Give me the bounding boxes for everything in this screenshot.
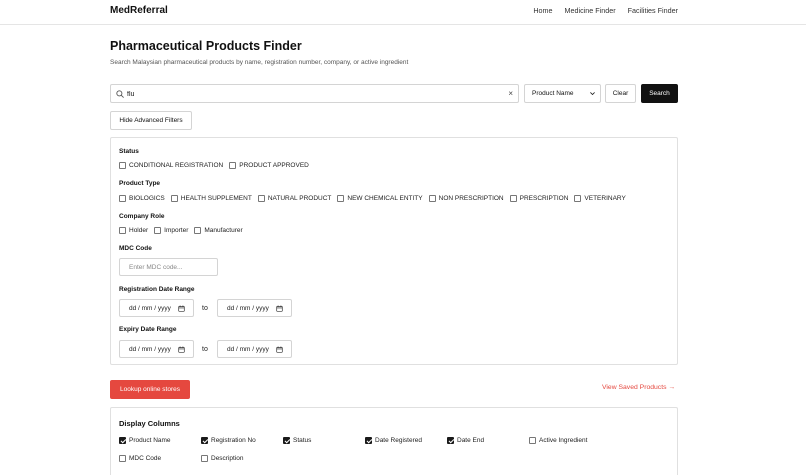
product-type-option-veterinary[interactable]: VETERINARY: [574, 195, 626, 202]
search-input[interactable]: [127, 87, 497, 101]
nav-links: Home Medicine Finder Facilities Finder: [533, 6, 678, 15]
checkbox[interactable]: [194, 227, 202, 234]
checkbox[interactable]: [428, 195, 436, 202]
nav-link-facilities-finder[interactable]: Facilities Finder: [628, 6, 678, 15]
lookup-online-stores-button[interactable]: Lookup online stores: [110, 380, 190, 399]
checkbox[interactable]: [119, 162, 126, 169]
search-field-select-value: Product Name: [532, 90, 574, 97]
search-field-select[interactable]: Product Name: [524, 84, 601, 103]
checkbox[interactable]: [337, 195, 345, 202]
search-box: ×: [110, 84, 519, 103]
nav-link-home[interactable]: Home: [533, 6, 552, 15]
status-filter-label: Status: [119, 148, 139, 155]
product-type-option-biologics[interactable]: BIOLOGICS: [119, 195, 165, 202]
company-role-option-importer[interactable]: Importer: [154, 227, 188, 234]
column-toggle-description[interactable]: Description: [201, 455, 244, 462]
clear-button[interactable]: Clear: [605, 84, 636, 103]
expiry-date-range-label: Expiry Date Range: [119, 326, 177, 333]
column-toggle-status[interactable]: Status: [283, 437, 311, 444]
checkbox[interactable]: [170, 195, 178, 202]
product-type-option-new-chemical-entity[interactable]: NEW CHEMICAL ENTITY: [337, 195, 423, 202]
checkbox[interactable]: [119, 437, 126, 444]
calendar-icon[interactable]: [178, 305, 185, 312]
calendar-icon[interactable]: [276, 346, 283, 353]
checkbox[interactable]: [257, 195, 265, 202]
search-icon: [116, 90, 124, 98]
checkbox[interactable]: [509, 195, 517, 202]
search-button[interactable]: Search: [641, 84, 678, 103]
checkbox[interactable]: [365, 437, 372, 444]
registration-date-range-label: Registration Date Range: [119, 286, 195, 293]
product-type-option-non-prescription[interactable]: NON PRESCRIPTION: [428, 195, 504, 202]
clear-search-icon[interactable]: ×: [508, 89, 513, 99]
company-role-option-holder[interactable]: Holder: [119, 227, 148, 234]
mdc-code-input[interactable]: Enter MDC code...: [119, 258, 218, 276]
top-navbar: MedReferral Home Medicine Finder Facilit…: [0, 0, 806, 25]
checkbox[interactable]: [201, 437, 208, 444]
status-option-conditional-registration[interactable]: CONDITIONAL REGISTRATION: [119, 162, 223, 169]
calendar-icon[interactable]: [276, 305, 283, 312]
expiry-date-from-input[interactable]: dd / mm / yyyy: [119, 340, 194, 358]
column-toggle-date-registered[interactable]: Date Registered: [365, 437, 422, 444]
company-role-filter-options: Holder Importer Manufacturer: [119, 227, 249, 234]
expiry-date-to-input[interactable]: dd / mm / yyyy: [217, 340, 292, 358]
expiry-date-to-label: to: [202, 346, 208, 353]
checkbox[interactable]: [201, 455, 208, 462]
column-toggle-registration-no[interactable]: Registration No: [201, 437, 256, 444]
company-role-option-manufacturer[interactable]: Manufacturer: [194, 227, 243, 234]
checkbox[interactable]: [529, 437, 536, 444]
checkbox[interactable]: [119, 455, 126, 462]
product-type-filter-options: BIOLOGICS HEALTH SUPPLEMENT NATURAL PROD…: [119, 195, 632, 202]
registration-date-to-label: to: [202, 305, 208, 312]
column-toggle-mdc-code[interactable]: MDC Code: [119, 455, 161, 462]
product-type-option-health-supplement[interactable]: HEALTH SUPPLEMENT: [170, 195, 252, 202]
checkbox[interactable]: [119, 195, 126, 202]
checkbox[interactable]: [154, 227, 162, 234]
checkbox[interactable]: [574, 195, 582, 202]
advanced-filters-panel: Status CONDITIONAL REGISTRATION PRODUCT …: [110, 137, 678, 365]
company-role-filter-label: Company Role: [119, 213, 165, 220]
status-filter-options: CONDITIONAL REGISTRATION PRODUCT APPROVE…: [119, 162, 315, 169]
checkbox[interactable]: [283, 437, 290, 444]
view-saved-products-link[interactable]: View Saved Products →: [602, 384, 675, 391]
brand-logo[interactable]: MedReferral: [110, 5, 168, 16]
registration-date-to-input[interactable]: dd / mm / yyyy: [217, 299, 292, 317]
product-type-option-natural-product[interactable]: NATURAL PRODUCT: [257, 195, 331, 202]
mdc-code-filter-label: MDC Code: [119, 245, 152, 252]
column-toggle-active-ingredient[interactable]: Active Ingredient: [529, 437, 587, 444]
nav-link-medicine-finder[interactable]: Medicine Finder: [565, 6, 616, 15]
display-columns-panel: Display Columns Product Name Registratio…: [110, 407, 678, 475]
chevron-down-icon: [590, 92, 595, 96]
column-toggle-product-name[interactable]: Product Name: [119, 437, 171, 444]
checkbox[interactable]: [447, 437, 454, 444]
page-subtitle: Search Malaysian pharmaceutical products…: [110, 59, 409, 66]
toggle-advanced-filters-button[interactable]: Hide Advanced Filters: [110, 111, 192, 130]
checkbox[interactable]: [119, 227, 126, 234]
product-type-filter-label: Product Type: [119, 180, 161, 187]
calendar-icon[interactable]: [178, 346, 185, 353]
status-option-product-approved[interactable]: PRODUCT APPROVED: [229, 162, 309, 169]
display-columns-title: Display Columns: [119, 419, 180, 428]
product-type-option-prescription[interactable]: PRESCRIPTION: [509, 195, 568, 202]
checkbox[interactable]: [229, 162, 237, 169]
page-title: Pharmaceutical Products Finder: [110, 39, 302, 53]
registration-date-from-input[interactable]: dd / mm / yyyy: [119, 299, 194, 317]
column-toggle-date-end[interactable]: Date End: [447, 437, 484, 444]
